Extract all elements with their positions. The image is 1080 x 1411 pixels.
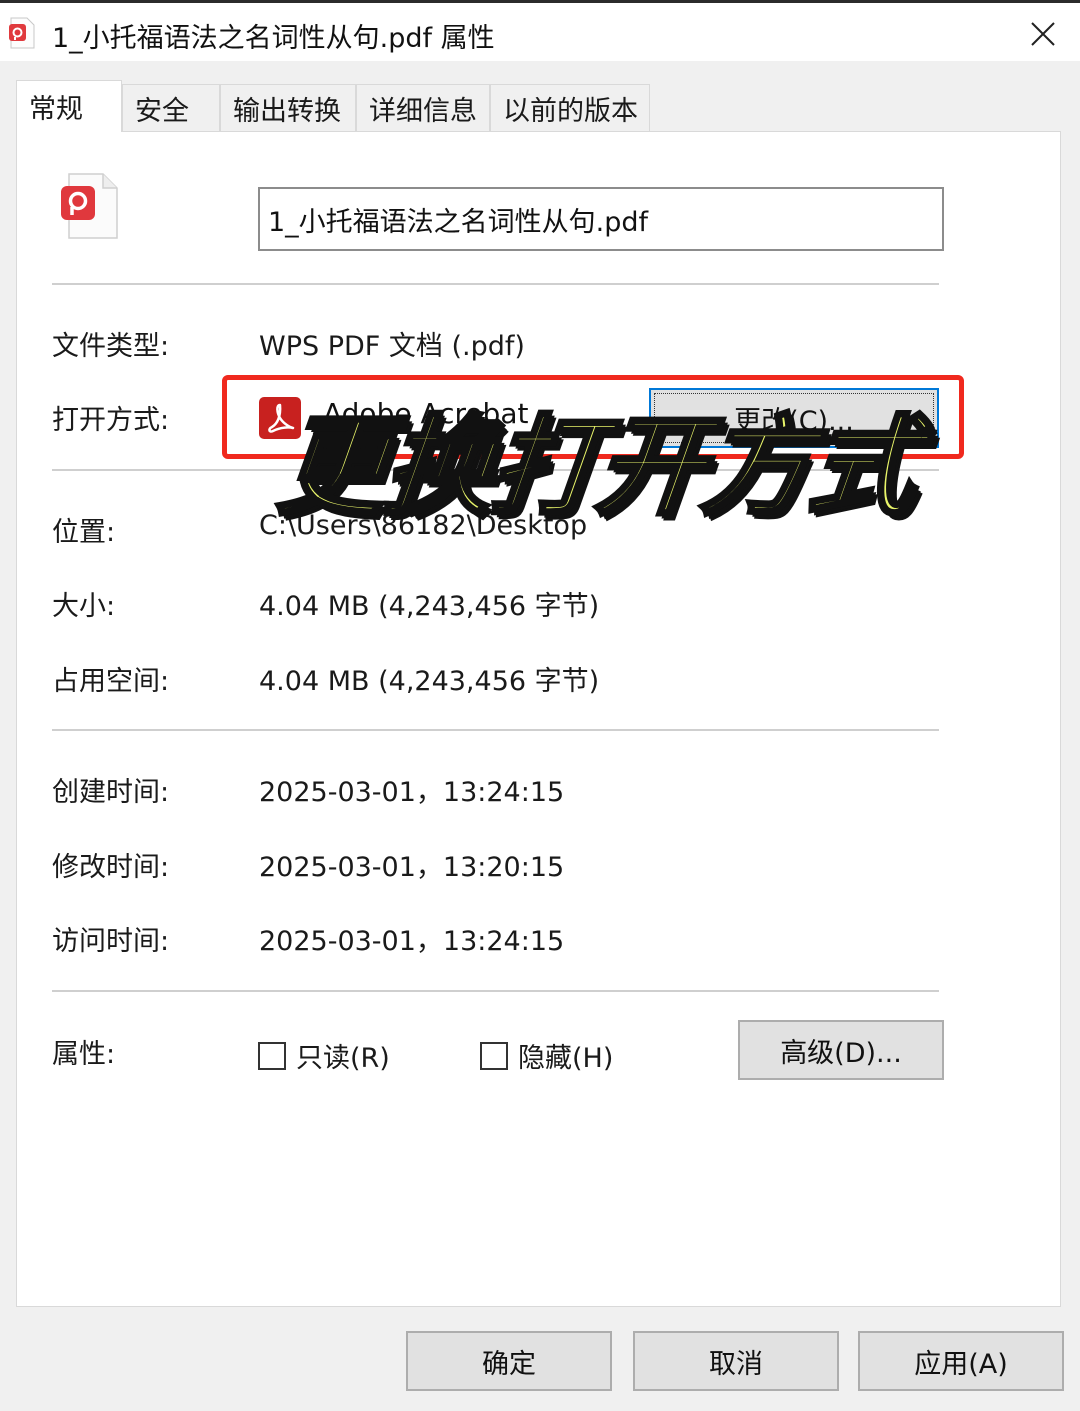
disk-size-value: 4.04 MB (4,243,456 字节) bbox=[259, 666, 600, 697]
tab-details[interactable]: 详细信息 bbox=[356, 84, 490, 132]
close-button[interactable] bbox=[1016, 11, 1070, 57]
readonly-checkbox-box[interactable] bbox=[258, 1041, 286, 1070]
hidden-checkbox-label: 隐藏(H) bbox=[518, 1043, 614, 1074]
apply-button[interactable]: 应用(A) bbox=[858, 1331, 1064, 1391]
size-value: 4.04 MB (4,243,456 字节) bbox=[259, 591, 600, 622]
hidden-checkbox[interactable]: 隐藏(H) bbox=[480, 1036, 613, 1075]
modified-label: 修改时间: bbox=[52, 852, 170, 883]
attributes-label: 属性: bbox=[52, 1039, 116, 1070]
title-bar: 1_小托福语法之名词性从句.pdf 属性 bbox=[0, 3, 1080, 61]
pdf-file-icon bbox=[9, 17, 35, 49]
tab-security[interactable]: 安全 bbox=[122, 84, 220, 132]
accessed-label: 访问时间: bbox=[52, 926, 170, 957]
tab-output-convert[interactable]: 输出转换 bbox=[220, 84, 356, 132]
ok-button[interactable]: 确定 bbox=[406, 1331, 612, 1391]
file-type-label: 文件类型: bbox=[52, 331, 170, 362]
apply-button-label: 应用(A) bbox=[914, 1348, 1008, 1380]
close-icon bbox=[1031, 22, 1055, 46]
cancel-button-label: 取消 bbox=[709, 1348, 763, 1380]
ok-button-label: 确定 bbox=[482, 1348, 536, 1380]
separator bbox=[52, 283, 939, 285]
hidden-checkbox-box[interactable] bbox=[480, 1041, 508, 1070]
tab-previous-versions[interactable]: 以前的版本 bbox=[490, 84, 650, 132]
separator bbox=[52, 990, 939, 992]
advanced-button[interactable]: 高级(D)... bbox=[738, 1020, 944, 1080]
accessed-value: 2025-03-01，13:24:15 bbox=[259, 926, 565, 957]
window-title: 1_小托福语法之名词性从句.pdf 属性 bbox=[52, 23, 495, 54]
size-label: 大小: bbox=[52, 591, 116, 622]
disk-size-label: 占用空间: bbox=[52, 666, 170, 697]
cancel-button[interactable]: 取消 bbox=[633, 1331, 839, 1391]
created-label: 创建时间: bbox=[52, 777, 170, 808]
tab-bar: 常规 安全 输出转换 详细信息 以前的版本 bbox=[16, 80, 650, 132]
created-value: 2025-03-01，13:24:15 bbox=[259, 777, 565, 808]
readonly-checkbox[interactable]: 只读(R) bbox=[258, 1036, 390, 1075]
readonly-checkbox-label: 只读(R) bbox=[296, 1043, 390, 1074]
overlay-caption: 更换打开方式 bbox=[270, 403, 923, 532]
advanced-button-label: 高级(D)... bbox=[780, 1037, 902, 1069]
open-with-label: 打开方式: bbox=[52, 405, 170, 436]
location-label: 位置: bbox=[52, 517, 116, 548]
modified-value: 2025-03-01，13:20:15 bbox=[259, 852, 565, 883]
file-type-value: WPS PDF 文档 (.pdf) bbox=[259, 331, 525, 362]
general-panel: 文件类型: WPS PDF 文档 (.pdf) 打开方式: Adobe Acro… bbox=[16, 131, 1061, 1307]
tab-general[interactable]: 常规 bbox=[16, 80, 122, 132]
file-name-input[interactable] bbox=[258, 187, 944, 251]
separator bbox=[52, 729, 939, 731]
pdf-file-large-icon bbox=[61, 173, 118, 239]
